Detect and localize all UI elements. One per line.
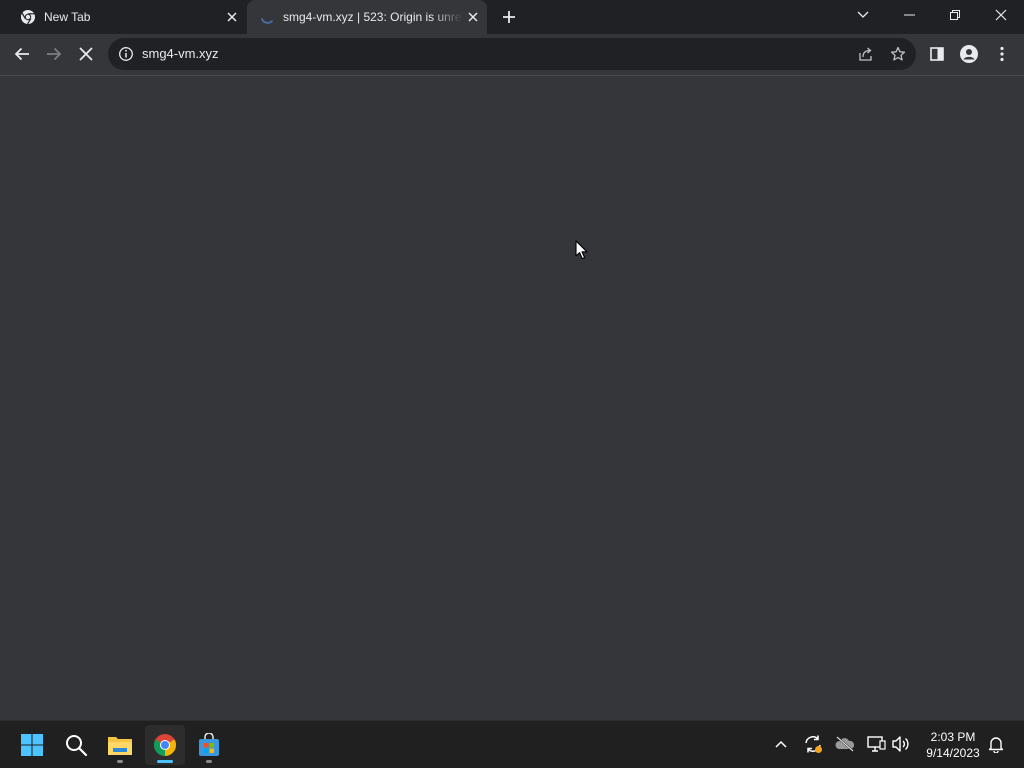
tab-strip: New Tab smg4-vm.xyz | 523: Origin is unr…	[0, 0, 1024, 34]
tab-active-page[interactable]: smg4-vm.xyz | 523: Origin is unreachable	[247, 0, 487, 34]
forward-button[interactable]	[39, 39, 69, 69]
file-explorer-icon	[108, 737, 132, 755]
start-button[interactable]	[12, 725, 52, 765]
side-panel-button[interactable]	[922, 39, 952, 69]
page-content	[0, 76, 1024, 720]
restore-button[interactable]	[932, 0, 978, 30]
new-tab-button[interactable]	[498, 6, 520, 28]
browser-toolbar: smg4-vm.xyz	[0, 34, 1024, 76]
speaker-icon	[892, 736, 909, 752]
volume-button[interactable]	[890, 733, 912, 755]
show-hidden-icons-button[interactable]	[770, 733, 792, 755]
clock-date: 9/14/2023	[926, 746, 980, 760]
taskbar-chrome[interactable]	[145, 725, 185, 765]
chevron-down-icon	[857, 11, 869, 18]
running-indicator	[206, 760, 212, 763]
tab-close-button[interactable]	[222, 7, 242, 27]
bookmark-button[interactable]	[886, 42, 910, 66]
info-icon[interactable]	[118, 46, 134, 62]
search-icon	[66, 735, 88, 757]
tab-title: smg4-vm.xyz | 523: Origin is unreachable	[283, 10, 463, 24]
minimize-button[interactable]	[886, 0, 932, 30]
stop-loading-button[interactable]	[71, 39, 101, 69]
profile-button[interactable]	[954, 39, 984, 69]
network-button[interactable]	[865, 733, 887, 755]
taskbar-microsoft-store[interactable]	[189, 725, 229, 765]
back-button[interactable]	[7, 39, 37, 69]
arrow-left-icon	[14, 47, 29, 61]
side-panel-icon	[930, 47, 944, 61]
notifications-button[interactable]	[985, 733, 1007, 755]
avatar-icon	[960, 45, 978, 63]
taskbar: 2:03 PM 9/14/2023	[0, 720, 1024, 768]
plus-icon	[503, 11, 515, 23]
share-button[interactable]	[854, 42, 878, 66]
chrome-icon	[154, 734, 176, 756]
close-icon	[995, 9, 1007, 21]
mouse-cursor-icon	[575, 240, 588, 260]
tab-close-button[interactable]	[463, 7, 483, 27]
close-icon	[227, 12, 237, 22]
active-indicator	[157, 760, 173, 763]
tab-title: New Tab	[44, 10, 91, 24]
more-vertical-icon	[1000, 46, 1004, 62]
taskbar-clock[interactable]: 2:03 PM 9/14/2023	[920, 729, 986, 761]
menu-button[interactable]	[987, 39, 1017, 69]
address-bar[interactable]: smg4-vm.xyz	[108, 38, 916, 70]
clock-time: 2:03 PM	[930, 730, 976, 744]
address-bar-url[interactable]: smg4-vm.xyz	[142, 46, 219, 61]
bell-icon	[988, 737, 1004, 753]
sync-icon	[805, 735, 822, 753]
microsoft-store-icon	[199, 733, 219, 756]
onedrive-button[interactable]	[834, 733, 856, 755]
taskbar-file-explorer[interactable]	[100, 725, 140, 765]
sync-status-button[interactable]	[802, 733, 824, 755]
share-icon	[859, 47, 872, 61]
close-icon	[468, 12, 478, 22]
search-button[interactable]	[56, 725, 96, 765]
tab-search-button[interactable]	[840, 0, 886, 30]
network-icon	[867, 736, 886, 752]
tab-new-tab[interactable]: New Tab	[8, 0, 246, 34]
chrome-icon	[20, 9, 36, 25]
running-indicator	[117, 760, 123, 763]
arrow-right-icon	[47, 47, 62, 61]
chevron-up-icon	[775, 740, 787, 748]
loading-spinner-icon	[259, 9, 275, 25]
close-window-button[interactable]	[978, 0, 1024, 30]
minimize-icon	[903, 14, 915, 16]
restore-icon	[950, 10, 960, 20]
cloud-offline-icon	[835, 736, 855, 752]
star-icon	[890, 46, 906, 61]
windows-start-icon	[21, 734, 43, 756]
close-icon	[79, 47, 93, 61]
